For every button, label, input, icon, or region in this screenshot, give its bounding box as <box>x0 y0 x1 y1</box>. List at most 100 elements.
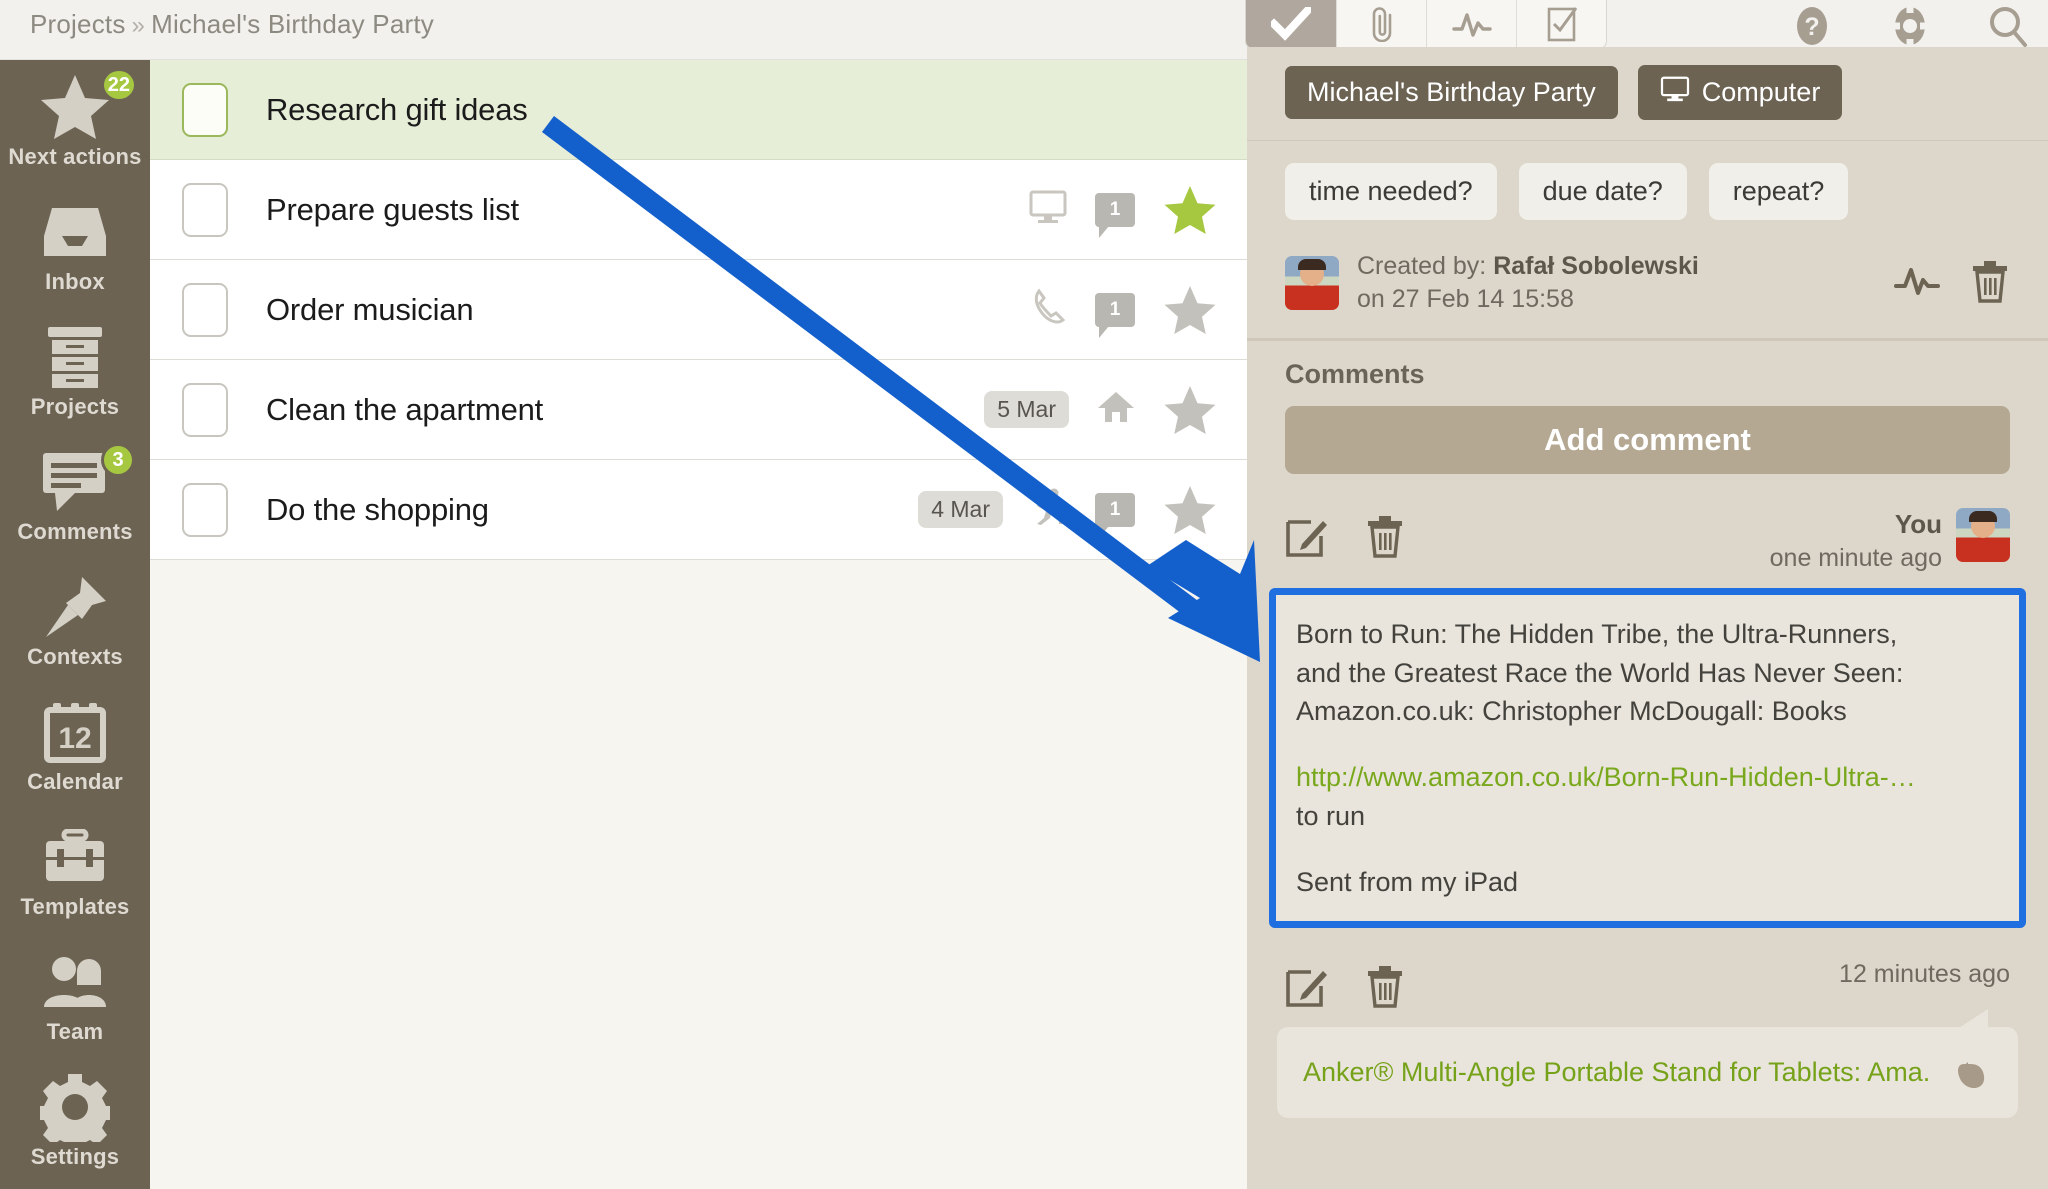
sidebar-item-inbox[interactable]: Inbox <box>0 185 150 310</box>
paperclip-icon <box>1365 6 1399 42</box>
edit-icon[interactable] <box>1285 964 1329 1013</box>
star-icon[interactable] <box>1163 384 1217 436</box>
tab-tasks[interactable] <box>1246 0 1336 48</box>
due-date-badge[interactable]: 4 Mar <box>918 491 1003 528</box>
pulse-icon <box>1451 9 1492 39</box>
drawers-icon <box>44 324 106 390</box>
sidebar-item-contexts[interactable]: Contexts <box>0 560 150 685</box>
sidebar-item-team[interactable]: Team <box>0 935 150 1060</box>
sidebar-item-label: Projects <box>30 394 120 419</box>
sidebar-item-next-actions[interactable]: 22 Next actions <box>0 60 150 185</box>
comment-count-badge[interactable]: 1 <box>1095 492 1135 538</box>
comment-body[interactable]: Anker® Multi-Angle Portable Stand for Ta… <box>1277 1009 2018 1118</box>
comment-count-badge[interactable]: 1 <box>1095 192 1135 238</box>
add-comment-button[interactable]: Add comment <box>1285 406 2010 474</box>
task-checkbox[interactable] <box>182 82 228 137</box>
search-icon[interactable] <box>1986 4 2030 48</box>
sidebar-item-label: Team <box>46 1019 104 1044</box>
delete-icon[interactable] <box>1970 259 2010 308</box>
comment-link[interactable]: http://www.amazon.co.uk/Born-Run-Hidden-… <box>1296 758 2003 796</box>
activity-icon[interactable] <box>1894 265 1940 302</box>
support-icon[interactable] <box>1888 4 1932 48</box>
breadcrumb-current: Michael's Birthday Party <box>151 9 434 39</box>
star-icon[interactable] <box>1163 184 1217 236</box>
table-row[interactable]: Do the shopping 4 Mar 1 <box>150 460 1247 560</box>
sidebar-item-label: Comments <box>17 519 133 544</box>
context-tag[interactable]: Computer <box>1637 65 1843 120</box>
sidebar-item-label: Calendar <box>27 769 123 794</box>
check-icon <box>1271 7 1311 41</box>
sidebar-item-projects[interactable]: Projects <box>0 310 150 435</box>
sidebar: 22 Next actions Inbox Projects 3 Comment… <box>0 60 150 1189</box>
delete-icon[interactable] <box>1365 514 1405 563</box>
toolbox-icon <box>42 824 108 890</box>
due-date-badge[interactable]: 5 Mar <box>984 391 1069 428</box>
view-segment-control[interactable] <box>1245 0 1607 49</box>
task-checkbox[interactable] <box>182 482 228 537</box>
sidebar-item-templates[interactable]: Templates <box>0 810 150 935</box>
pin-icon <box>42 574 108 640</box>
comment-line-3: Amazon.co.uk: Christopher McDougall: Boo… <box>1296 695 1847 726</box>
table-row[interactable]: Research gift ideas <box>150 60 1247 160</box>
tab-checklist[interactable] <box>1516 0 1606 48</box>
sidebar-item-label: Contexts <box>27 644 123 669</box>
created-by-author: Rafał Sobolewski <box>1493 252 1699 280</box>
comment-author: You <box>1894 509 1942 539</box>
comment-time: one minute ago <box>1769 543 1942 572</box>
monitor-icon[interactable] <box>1029 189 1067 230</box>
breadcrumb-root[interactable]: Projects <box>30 9 126 39</box>
sidebar-item-calendar[interactable]: 12 Calendar <box>0 685 150 810</box>
avatar <box>1956 508 2010 562</box>
comment-author-text: You one minute ago <box>1770 508 1942 574</box>
tab-activity[interactable] <box>1426 0 1516 48</box>
created-by-prefix: Created by: <box>1357 252 1487 280</box>
home-icon[interactable] <box>1097 390 1135 429</box>
phone-icon[interactable] <box>1033 288 1067 331</box>
comment-link[interactable]: Anker® Multi-Angle Portable Stand for Ta… <box>1303 1053 1996 1091</box>
star-icon[interactable] <box>1163 284 1217 336</box>
comment-header: You one minute ago <box>1247 508 2048 574</box>
help-icon[interactable]: ? <box>1790 4 1834 48</box>
badge-next-actions: 22 <box>100 68 137 102</box>
tab-attachments[interactable] <box>1336 0 1426 48</box>
comment-time: 12 minutes ago <box>1839 960 2010 989</box>
team-icon <box>41 949 109 1015</box>
task-title: Prepare guests list <box>266 191 519 227</box>
calendar-icon: 12 <box>44 699 106 765</box>
due-date-button[interactable]: due date? <box>1518 163 1687 220</box>
task-checkbox[interactable] <box>182 182 228 237</box>
time-needed-button[interactable]: time needed? <box>1285 163 1497 220</box>
sidebar-item-comments[interactable]: 3 Comments <box>0 435 150 560</box>
table-row[interactable]: Prepare guests list 1 <box>150 160 1247 260</box>
delete-icon[interactable] <box>1365 964 1405 1013</box>
comment-body-highlighted[interactable]: Born to Run: The Hidden Tribe, the Ultra… <box>1269 588 2026 929</box>
project-tag-label: Michael's Birthday Party <box>1307 77 1596 107</box>
comment-count-badge[interactable]: 1 <box>1095 292 1135 338</box>
task-title: Do the shopping <box>266 491 489 527</box>
app-root: Projects» Michael's Birthday Party ? 22 … <box>0 0 2048 1189</box>
created-by-date: on 27 Feb 14 15:58 <box>1357 285 1574 313</box>
task-checkbox[interactable] <box>182 382 228 437</box>
task-title: Research gift ideas <box>266 91 528 127</box>
comments-icon: 3 <box>41 443 135 515</box>
table-row[interactable]: Clean the apartment 5 Mar <box>150 360 1247 460</box>
edit-icon[interactable] <box>1285 514 1329 563</box>
errand-runner-icon[interactable] <box>1031 488 1067 531</box>
comment-actions <box>1285 958 1405 1013</box>
star-icon[interactable] <box>1163 484 1217 536</box>
sidebar-item-settings[interactable]: Settings <box>0 1060 150 1185</box>
task-list: Research gift ideas Prepare guests list … <box>150 60 1247 1189</box>
inbox-icon <box>42 199 108 265</box>
project-tag[interactable]: Michael's Birthday Party <box>1285 66 1618 119</box>
repeat-button[interactable]: repeat? <box>1708 163 1849 220</box>
created-by-text: Created by: Rafał Sobolewski on 27 Feb 1… <box>1357 250 1699 316</box>
task-meta: 5 Mar <box>984 384 1247 436</box>
evernote-icon <box>1954 1058 1988 1092</box>
task-checkbox[interactable] <box>182 282 228 337</box>
sidebar-item-label: Next actions <box>8 144 142 169</box>
table-row[interactable]: Order musician 1 <box>150 260 1247 360</box>
created-by-row: Created by: Rafał Sobolewski on 27 Feb 1… <box>1247 244 2048 338</box>
comments-heading: Comments <box>1285 359 1425 389</box>
